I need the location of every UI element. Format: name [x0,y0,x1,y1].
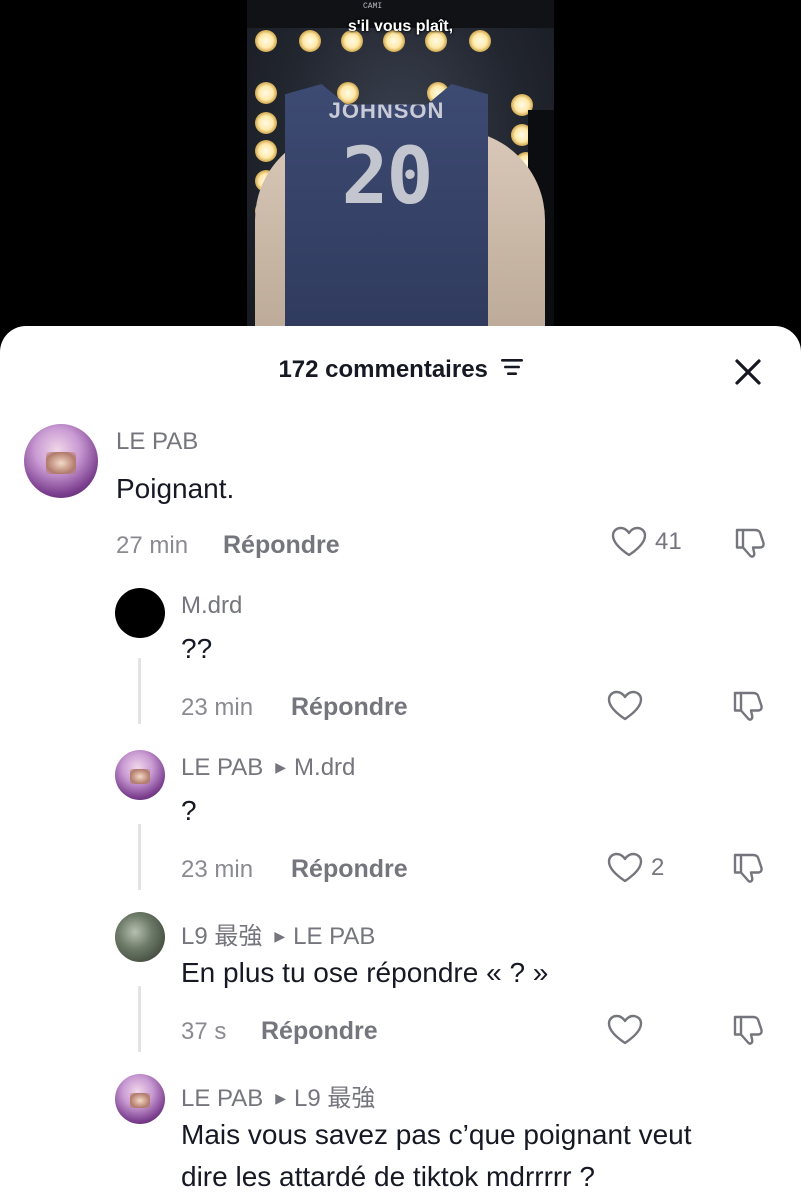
comment-username[interactable]: L9 最強 ▶ LE PAB [181,916,375,951]
avatar[interactable] [24,424,98,498]
reply-arrow-icon: ▶ [275,1090,287,1106]
thumbs-down-icon [733,1015,763,1045]
comments-header: 172 commentaires [0,326,801,412]
comment-username[interactable]: M.drd [181,592,242,620]
comment-time: 27 min [116,532,189,559]
comment-username[interactable]: LE PAB [116,428,198,456]
thread-line [138,986,141,1052]
dislike-button[interactable] [731,689,767,728]
thread-line [138,824,141,890]
jersey: JOHNSON 20 [285,84,488,340]
reply-to-username[interactable]: L9 最強 [294,1085,375,1112]
reply-arrow-icon: ▶ [275,759,287,775]
close-icon [735,359,761,385]
jersey-name: JOHNSON [328,98,445,123]
reply-button[interactable]: Répondre [291,693,408,722]
thumbs-down-icon [733,853,763,883]
sort-icon[interactable] [500,355,523,383]
thread-line [138,658,141,724]
dislike-button[interactable] [731,1013,767,1052]
comment-time: 37 s [181,1018,227,1045]
reply-item: LE PAB ▶ L9 最強 Mais vous savez pas c’que p… [0,1074,801,1200]
video-player[interactable]: CAMI JOHNSON 20 s'il vous plaît, [0,0,801,360]
like-button[interactable]: 41 [611,526,682,558]
reply-item: LE PAB ▶ M.drd ? 23 min Répondre 2 [0,750,801,900]
video-subtitle: s'il vous plaît, [347,18,454,35]
username-text: LE PAB [181,754,264,781]
comment-username[interactable]: LE PAB ▶ L9 最強 [181,1078,375,1113]
comment-username[interactable]: LE PAB ▶ M.drd [181,754,355,782]
username-text: LE PAB [181,1085,264,1112]
stage-light [255,140,277,162]
heart-icon [611,526,647,557]
like-count: 41 [655,528,682,555]
video-corner-text: CAMI [363,2,383,11]
comment-text: ? [181,795,197,826]
like-button[interactable] [607,1014,651,1046]
username-text: L9 最強 [181,923,263,950]
comment-text-line-2: dire les attardé de tiktok mdrrrrr ? [181,1161,595,1192]
reply-to-username[interactable]: LE PAB [293,923,375,950]
reply-arrow-icon: ▶ [274,928,286,944]
reply-button[interactable]: Répondre [223,531,340,560]
comment-time: 23 min [181,856,254,883]
heart-icon [607,690,643,721]
comments-sheet: 172 commentaires LE PAB Poignant. 27 min… [0,326,801,1200]
avatar[interactable] [115,912,165,962]
username-text: M.drd [181,592,243,619]
reply-to-username[interactable]: M.drd [294,754,355,781]
reply-button[interactable]: Répondre [261,1017,378,1046]
dislike-button[interactable] [733,526,769,565]
comment-time: 23 min [181,694,254,721]
username-text: LE PAB [116,428,199,455]
reply-button[interactable]: Répondre [291,855,408,884]
like-button[interactable]: 2 [607,852,664,884]
avatar[interactable] [115,750,165,800]
close-button[interactable] [730,354,766,390]
comment-item: LE PAB Poignant. 27 min Répondre 41 [0,422,801,572]
comments-title[interactable]: 172 commentaires [0,356,801,384]
jersey-number: 20 [341,132,434,222]
heart-icon [607,852,643,883]
comment-text: ?? [181,633,213,664]
comment-text: En plus tu ose répondre « ? » [181,957,549,988]
like-count: 2 [651,854,665,881]
avatar[interactable] [115,588,165,638]
like-button[interactable] [607,690,651,722]
reply-item: L9 最強 ▶ LE PAB En plus tu ose répondre « ?… [0,912,801,1062]
thumbs-down-icon [735,528,765,558]
thumbs-down-icon [733,691,763,721]
stage-light [255,82,277,104]
reply-item: M.drd ?? 23 min Répondre [0,588,801,738]
video-frame[interactable]: CAMI JOHNSON 20 s'il vous plaît, [247,0,554,340]
comment-text-line-1: Mais vous savez pas c’que poignant veut [181,1119,692,1150]
comments-count-label: 172 commentaires [278,356,488,383]
avatar[interactable] [115,1074,165,1124]
dislike-button[interactable] [731,851,767,890]
heart-icon [607,1014,643,1045]
comment-text: Poignant. [116,473,235,504]
stage-light [255,112,277,134]
